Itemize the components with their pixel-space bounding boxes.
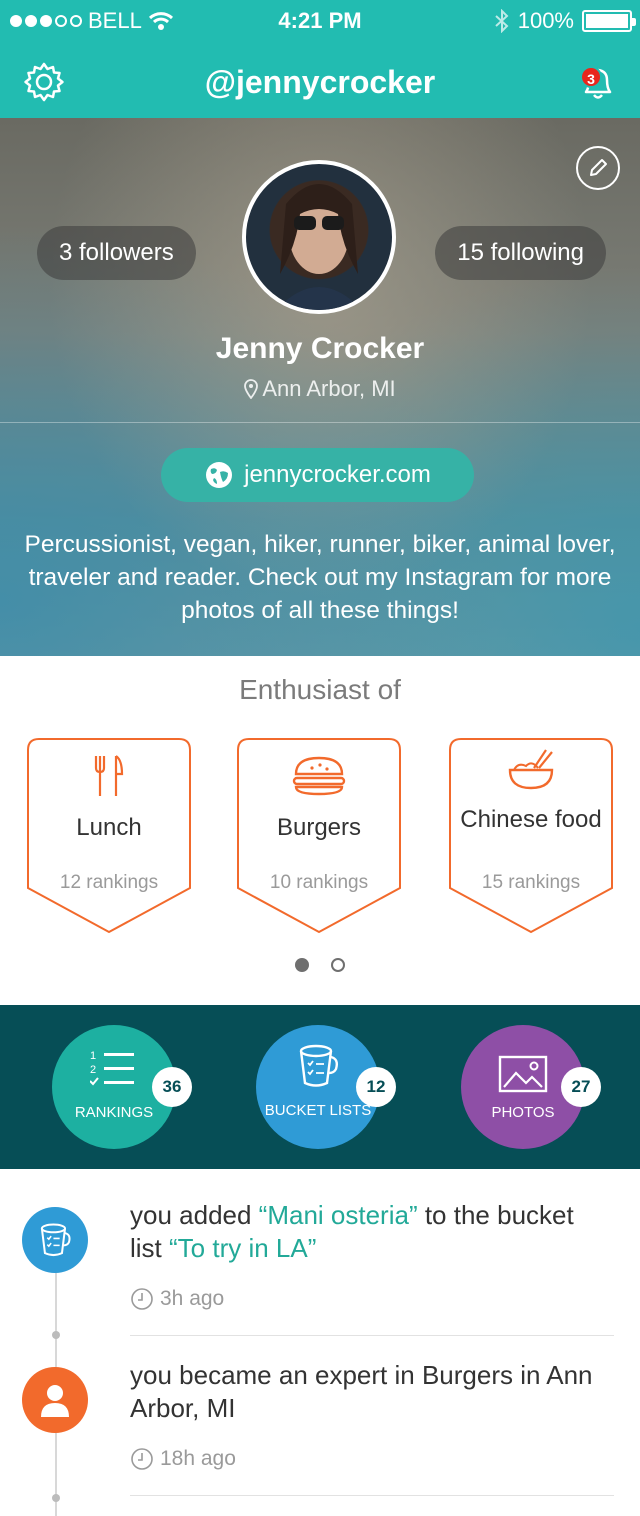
user-icon: [22, 1367, 88, 1433]
svg-text:1: 1: [90, 1050, 96, 1062]
timeline-dot: [52, 1331, 60, 1339]
feed-text: you became an expert in Burgers in Ann A…: [130, 1360, 593, 1423]
bucket-lists-button[interactable]: BUCKET LISTS 12: [256, 1025, 396, 1149]
burger-icon: [237, 754, 401, 796]
card-count: 12 rankings: [59, 872, 159, 893]
clock-icon: [131, 1448, 153, 1470]
enthusiast-card-burgers[interactable]: Burgers 10 rankings: [237, 738, 401, 934]
status-bar: BELL 4:21 PM 100%: [0, 0, 640, 40]
pencil-icon: [590, 159, 607, 176]
feed-time: 18h ago: [130, 1447, 236, 1471]
following-button[interactable]: 15 following: [435, 226, 606, 280]
stat-count: 12: [356, 1067, 396, 1107]
stat-label: PHOTOS: [491, 1104, 555, 1121]
followers-button[interactable]: 3 followers: [37, 226, 196, 280]
feed-text-part: you added: [130, 1200, 259, 1230]
activity-feed: you added “Mani osteria” to the bucket l…: [0, 1169, 640, 1516]
card-count: 15 rankings: [481, 872, 581, 893]
bucket-icon: [299, 1044, 339, 1087]
svg-text:2: 2: [90, 1064, 96, 1076]
feed-separator: [130, 1495, 614, 1496]
stat-count: 27: [561, 1067, 601, 1107]
page-dot-active[interactable]: [295, 958, 309, 972]
edit-profile-button[interactable]: [576, 146, 620, 190]
stats-band: 1 2 RANKINGS 36 BUCKET LISTS 12 PHOTOS 2…: [0, 1005, 640, 1169]
location-pin-icon: [244, 379, 259, 400]
top-bar: BELL 4:21 PM 100% @jennycrocker 3: [0, 0, 640, 118]
card-count: 10 rankings: [269, 872, 369, 893]
location-text: Ann Arbor, MI: [262, 376, 396, 401]
enthusiast-card-chinese-food[interactable]: Chinese food 15 rankings: [449, 738, 613, 934]
profile-bio: Percussionist, vegan, hiker, runner, bik…: [24, 531, 616, 624]
image-icon: [498, 1055, 548, 1093]
page-indicator[interactable]: [0, 958, 640, 972]
stat-count: 36: [152, 1067, 192, 1107]
noodle-bowl-icon: [449, 748, 613, 792]
enthusiast-title: Enthusiast of: [239, 674, 401, 705]
bucket-list-link[interactable]: “To try in LA”: [169, 1233, 316, 1263]
page-title: @jennycrocker: [204, 64, 436, 100]
place-link[interactable]: “Mani osteria”: [259, 1200, 418, 1230]
rankings-button[interactable]: 1 2 RANKINGS 36: [52, 1025, 192, 1149]
nav-bar: @jennycrocker 3: [0, 40, 640, 118]
feed-time-text: 3h ago: [160, 1287, 225, 1310]
avatar-photo: [276, 184, 362, 310]
card-label: Chinese food: [460, 806, 602, 833]
list-icon: 1 2: [90, 1050, 134, 1086]
enthusiast-card-lunch[interactable]: Lunch 12 rankings: [27, 738, 191, 934]
profile-header: 3 followers 15 following Jenny Crocker A…: [0, 118, 640, 656]
feed-time: 3h ago: [130, 1287, 224, 1311]
card-label: Lunch: [76, 814, 142, 841]
feed-text: you added “Mani osteria” to the bucket l…: [130, 1199, 600, 1265]
notification-badge: 3: [580, 66, 602, 88]
page-dot[interactable]: [331, 958, 345, 972]
globe-icon: [206, 462, 233, 488]
card-label: Burgers: [276, 814, 362, 841]
timeline-dot: [52, 1494, 60, 1502]
feed-separator: [130, 1335, 614, 1336]
battery-icon: [582, 10, 636, 32]
feed-time-text: 18h ago: [160, 1447, 236, 1470]
status-right: 100%: [494, 8, 636, 34]
divider: [0, 422, 640, 423]
bluetooth-icon: [495, 9, 509, 33]
bucket-icon: [22, 1207, 88, 1273]
website-text: jennycrocker.com: [244, 461, 431, 488]
stat-label: BUCKET LISTS: [264, 1102, 372, 1119]
fork-knife-icon: [27, 754, 191, 798]
avatar: [242, 160, 396, 314]
profile-location: Ann Arbor, MI: [0, 376, 640, 402]
profile-name: Jenny Crocker: [215, 332, 425, 365]
photos-button[interactable]: PHOTOS 27: [461, 1025, 601, 1149]
stat-label: RANKINGS: [74, 1104, 154, 1121]
battery-percent: 100%: [517, 8, 574, 33]
website-link[interactable]: jennycrocker.com: [161, 448, 474, 502]
clock-icon: [131, 1288, 153, 1310]
